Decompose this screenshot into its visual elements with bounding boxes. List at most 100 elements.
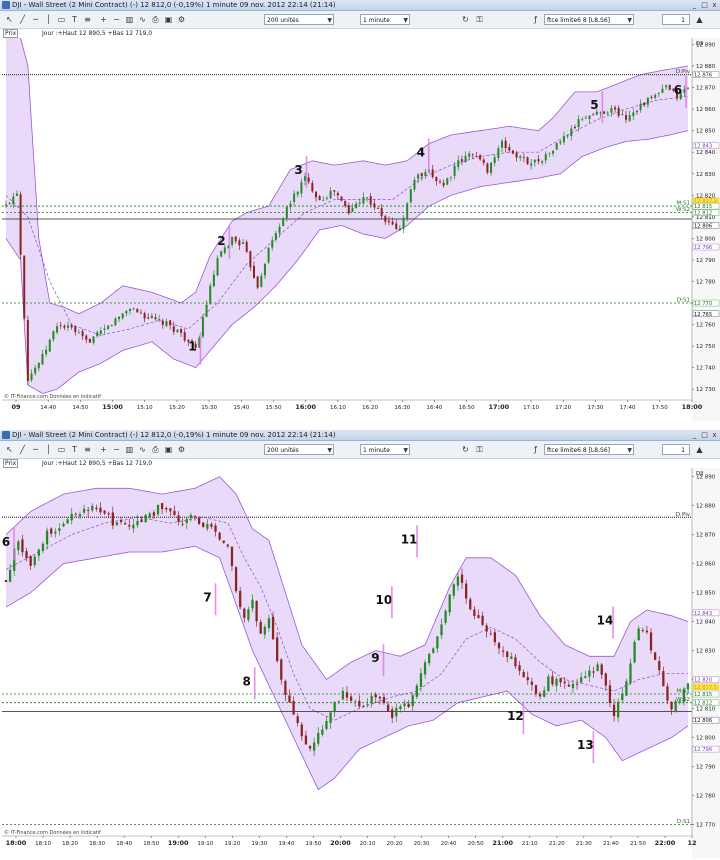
close-button[interactable]: x bbox=[710, 431, 719, 439]
interval-select[interactable]: 1 minute ▼ bbox=[360, 444, 410, 455]
candle-body bbox=[118, 316, 121, 320]
interval-select[interactable]: 1 minute ▼ bbox=[360, 14, 410, 25]
candle-body bbox=[395, 707, 398, 717]
candle-body bbox=[45, 349, 48, 355]
candle-body bbox=[621, 113, 624, 115]
price-tick-label: 12 810 bbox=[696, 707, 716, 713]
candle-body bbox=[169, 320, 172, 326]
trendline-tool-icon[interactable]: ╱ bbox=[17, 444, 28, 455]
candle-body bbox=[285, 206, 288, 219]
candle-body bbox=[469, 599, 472, 610]
lock-icon[interactable]: ⚿ bbox=[474, 444, 485, 455]
chart-type-icon[interactable]: ▥ bbox=[124, 14, 135, 25]
trendline-tool-icon[interactable]: ╱ bbox=[17, 14, 28, 25]
window-titlebar[interactable]: DJI - Wall Street (2 Mini Contract) (-) … bbox=[0, 430, 720, 441]
candle-body bbox=[355, 203, 358, 209]
candle-body bbox=[464, 156, 467, 163]
candle-body bbox=[629, 663, 632, 684]
rectangle-tool-icon[interactable]: ▭ bbox=[56, 14, 67, 25]
lock-icon[interactable]: ⚿ bbox=[474, 14, 485, 25]
spin-up-icon[interactable]: ▲ bbox=[694, 14, 705, 25]
candle-body bbox=[511, 150, 514, 154]
candle-body bbox=[318, 196, 321, 201]
settings-icon[interactable]: ⚙ bbox=[176, 14, 187, 25]
vertical-line-icon[interactable]: │ bbox=[43, 14, 54, 25]
settings-icon[interactable]: ⚙ bbox=[176, 444, 187, 455]
minimize-button[interactable]: _ bbox=[690, 431, 699, 439]
refresh-icon[interactable]: ↻ bbox=[460, 444, 471, 455]
fibonacci-tool-icon[interactable]: ≡ bbox=[82, 444, 93, 455]
horizontal-line-icon[interactable]: ─ bbox=[30, 14, 41, 25]
zoom-out-icon[interactable]: − bbox=[111, 444, 122, 455]
candle-body bbox=[37, 549, 40, 556]
text-tool-icon[interactable]: T bbox=[69, 14, 80, 25]
candle-body bbox=[508, 147, 511, 151]
candle-body bbox=[552, 150, 555, 154]
save-icon[interactable]: ▣ bbox=[163, 14, 174, 25]
study-select[interactable]: ftce limite6 8 [L8,S6] ▼ bbox=[544, 444, 634, 455]
print-icon[interactable]: ⎙ bbox=[150, 14, 161, 25]
horizontal-line-icon[interactable]: ─ bbox=[30, 444, 41, 455]
candlestick-chart-top[interactable]: D:PivM:S1W:S2D:S112345612 89012 88012 87… bbox=[0, 38, 720, 430]
page-spinner[interactable]: 1 bbox=[662, 14, 690, 25]
candle-body bbox=[398, 228, 401, 231]
maximize-button[interactable]: □ bbox=[700, 431, 709, 439]
arrow-tool-icon[interactable]: ↖ bbox=[4, 14, 15, 25]
indicators-icon[interactable]: ∿ bbox=[137, 444, 148, 455]
candle-body bbox=[19, 194, 22, 255]
candle-body bbox=[325, 198, 328, 199]
candle-body bbox=[395, 223, 398, 230]
candle-body bbox=[571, 683, 575, 689]
zoom-in-icon[interactable]: + bbox=[98, 14, 109, 25]
page-spinner[interactable]: 1 bbox=[662, 444, 690, 455]
candle-body bbox=[473, 609, 476, 616]
rectangle-tool-icon[interactable]: ▭ bbox=[56, 444, 67, 455]
candle-body bbox=[293, 193, 296, 203]
save-icon[interactable]: ▣ bbox=[163, 444, 174, 455]
zoom-in-icon[interactable]: + bbox=[98, 444, 109, 455]
chart-type-icon[interactable]: ▥ bbox=[124, 444, 135, 455]
candle-body bbox=[387, 220, 390, 223]
maximize-button[interactable]: □ bbox=[700, 1, 709, 9]
indicators-icon[interactable]: ∿ bbox=[137, 14, 148, 25]
candle-body bbox=[592, 114, 595, 116]
candlestick-chart-bottom[interactable]: D:PivM:S1W:S2D:S16789101112131412 89012 … bbox=[0, 468, 720, 860]
candle-body bbox=[551, 676, 554, 685]
refresh-icon[interactable]: ↻ bbox=[460, 14, 471, 25]
candle-body bbox=[351, 207, 354, 212]
price-tick-label: 12 800 bbox=[696, 735, 716, 741]
units-select[interactable]: 200 unités ▼ bbox=[264, 444, 334, 455]
minimize-button[interactable]: _ bbox=[690, 1, 699, 9]
candle-body bbox=[682, 689, 686, 702]
candle-body bbox=[423, 662, 427, 675]
candle-body bbox=[59, 324, 62, 326]
candle-body bbox=[180, 328, 183, 333]
candle-body bbox=[259, 621, 262, 634]
candle-body bbox=[592, 671, 595, 673]
level-label: W:S2 bbox=[676, 207, 690, 213]
print-icon[interactable]: ⎙ bbox=[150, 444, 161, 455]
candle-body bbox=[544, 154, 547, 161]
vertical-line-icon[interactable]: │ bbox=[43, 444, 54, 455]
time-tick-label: 21:20 bbox=[549, 841, 565, 847]
candle-body bbox=[107, 513, 110, 515]
study-select[interactable]: ftce limite6 8 [L8,S6] ▼ bbox=[544, 14, 634, 25]
price-tick-label: 12 860 bbox=[696, 562, 716, 568]
spin-up-icon[interactable]: ▲ bbox=[694, 444, 705, 455]
window-titlebar[interactable]: DJI - Wall Street (2 Mini Contract) (-) … bbox=[0, 0, 720, 11]
close-button[interactable]: x bbox=[710, 1, 719, 9]
candle-body bbox=[440, 624, 443, 636]
units-select[interactable]: 200 unités ▼ bbox=[264, 14, 334, 25]
candle-body bbox=[271, 616, 275, 640]
candle-body bbox=[85, 335, 88, 340]
candle-body bbox=[358, 700, 361, 707]
candle-body bbox=[449, 176, 452, 178]
arrow-tool-icon[interactable]: ↖ bbox=[4, 444, 15, 455]
fibonacci-tool-icon[interactable]: ≡ bbox=[82, 14, 93, 25]
candle-body bbox=[288, 695, 291, 703]
candle-body bbox=[419, 673, 423, 687]
text-tool-icon[interactable]: T bbox=[69, 444, 80, 455]
candle-body bbox=[12, 196, 15, 205]
zoom-out-icon[interactable]: − bbox=[111, 14, 122, 25]
price-marker-label: 12 817,5 bbox=[694, 685, 717, 691]
